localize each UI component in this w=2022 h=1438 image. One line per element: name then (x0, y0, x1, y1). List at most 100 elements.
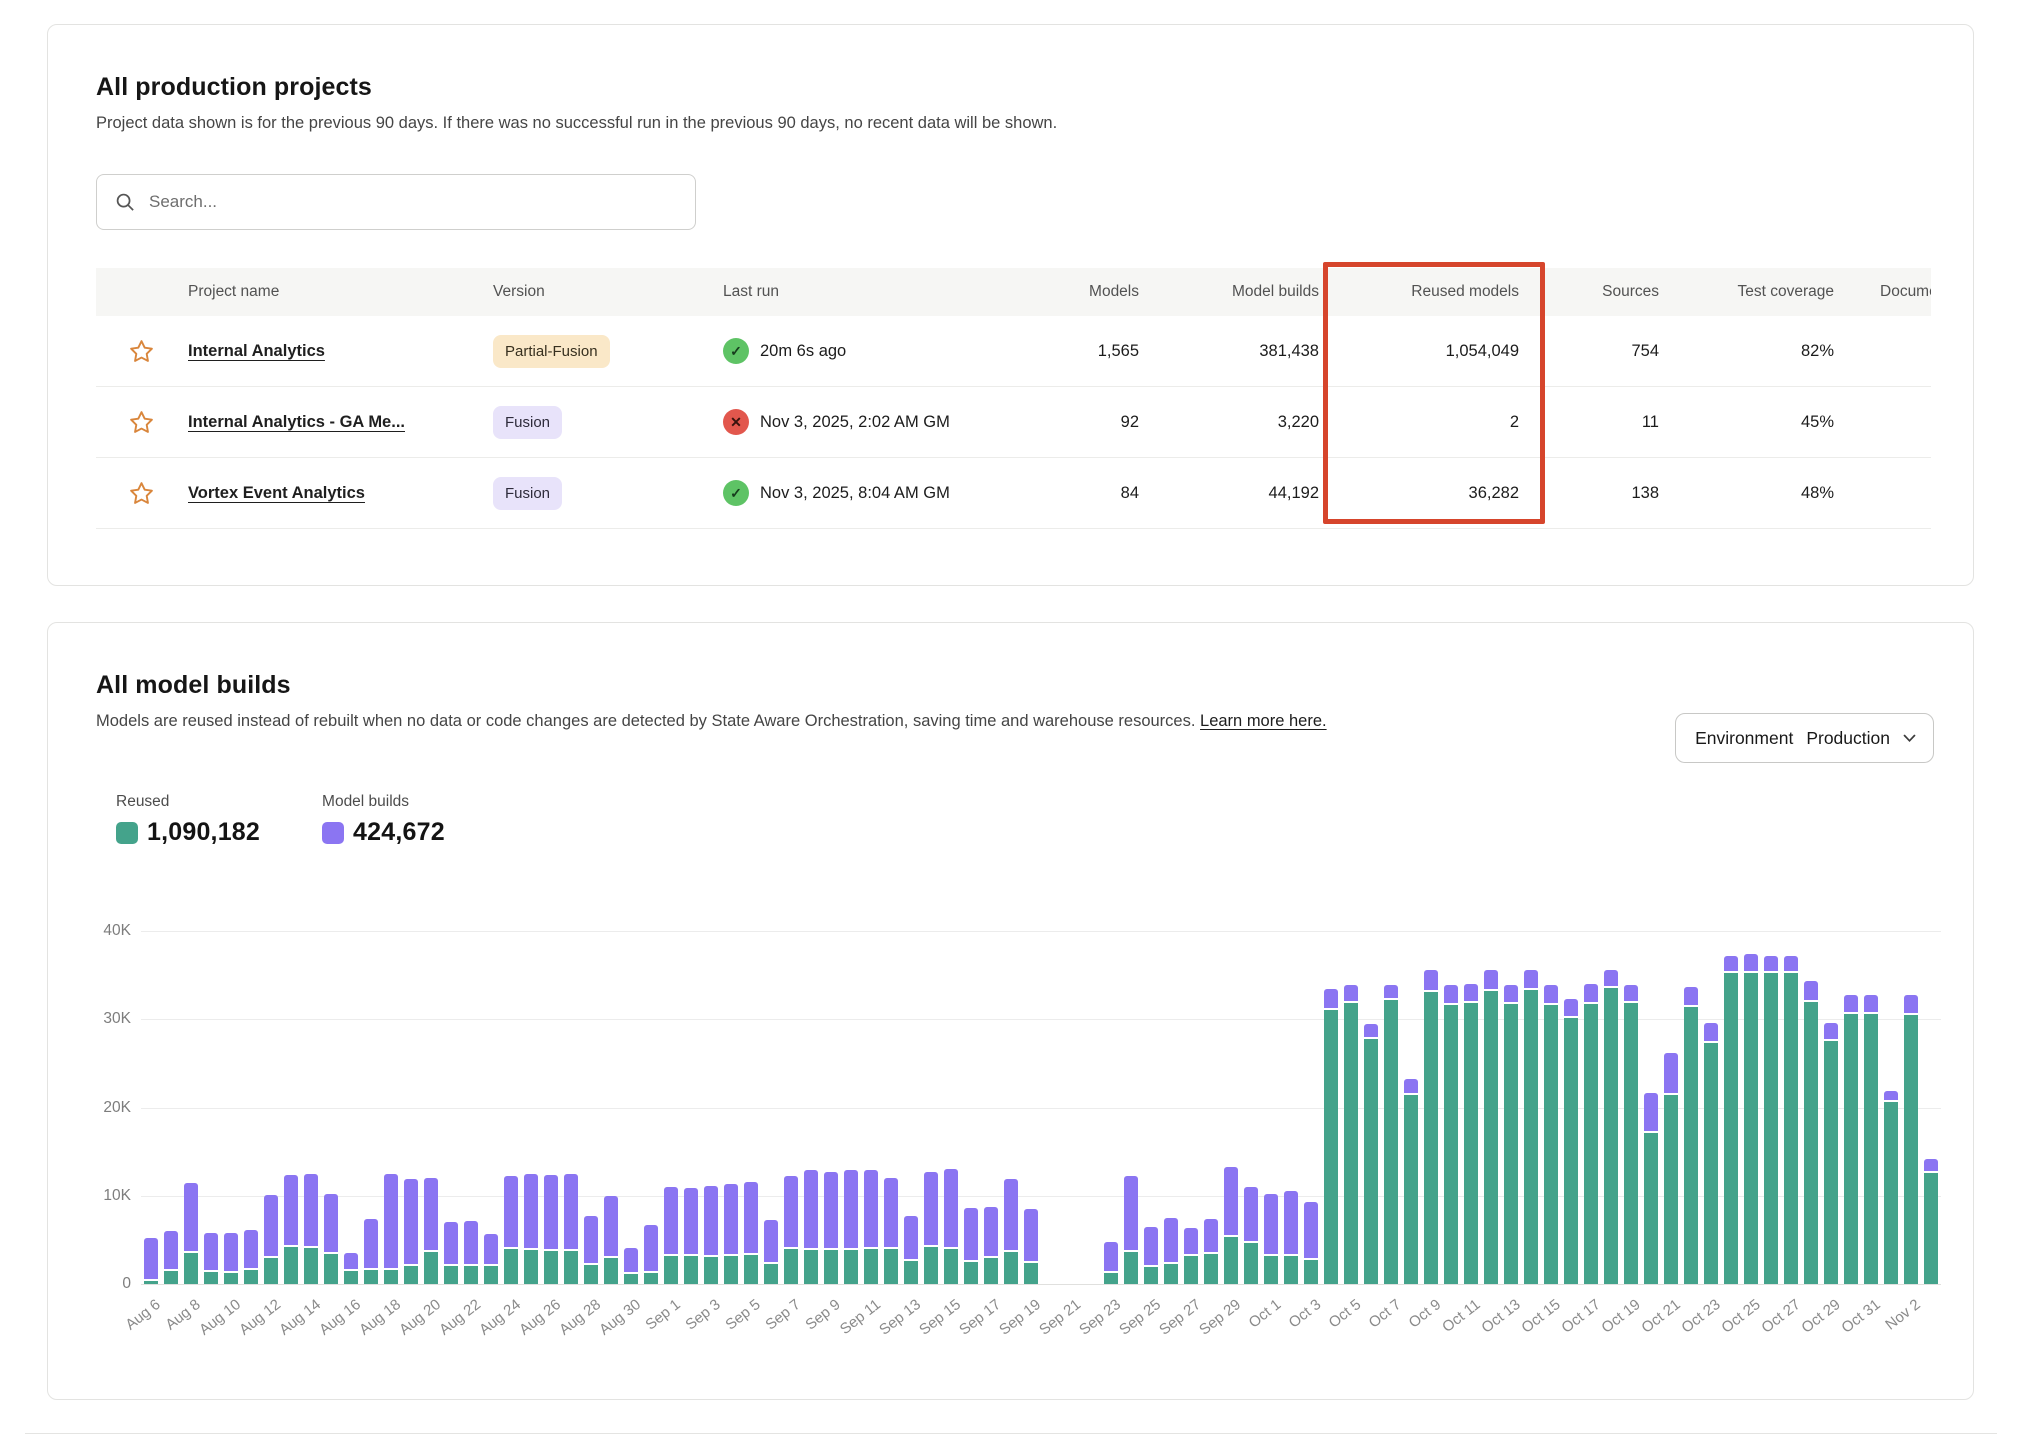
stacked-bar (1904, 995, 1918, 1284)
stacked-bar (184, 1183, 198, 1284)
reused-segment (744, 1255, 758, 1284)
project-link[interactable]: Vortex Event Analytics (188, 484, 365, 502)
reused-segment (1724, 973, 1738, 1284)
builds-segment (944, 1169, 958, 1247)
project-link[interactable]: Internal Analytics (188, 342, 325, 360)
builds-segment (304, 1174, 318, 1246)
stacked-bar (204, 1233, 218, 1284)
builds-segment (164, 1231, 178, 1269)
chart-day-slot (1161, 931, 1181, 1284)
column-header[interactable]: Version (491, 283, 721, 301)
builds-segment (1384, 985, 1398, 998)
reused-segment (1224, 1237, 1238, 1284)
reused-segment (464, 1266, 478, 1285)
chart-day-slot (801, 931, 821, 1284)
chart-day-slot: Oct 19 (1621, 931, 1641, 1284)
chart-day-slot: Aug 14 (301, 931, 321, 1284)
favorite-star-button[interactable] (96, 409, 186, 436)
last-run-text: 20m 6s ago (760, 342, 846, 361)
stacked-bar (244, 1230, 258, 1284)
stacked-bar (464, 1221, 478, 1284)
reused-segment (624, 1274, 638, 1284)
production-projects-card: All production projects Project data sho… (47, 24, 1974, 586)
chart-day-slot: Aug 6 (141, 931, 161, 1284)
builds-segment (504, 1176, 518, 1247)
reused-segment (1404, 1095, 1418, 1284)
builds-segment (744, 1182, 758, 1253)
builds-segment (244, 1230, 258, 1268)
legend-label: Reused (116, 793, 260, 811)
reused-segment (724, 1256, 738, 1284)
chart-day-slot (201, 931, 221, 1284)
column-header[interactable]: Project name (186, 283, 491, 301)
chart-day-slot (601, 931, 621, 1284)
builds-segment (1904, 995, 1918, 1013)
reused-segment (144, 1281, 158, 1285)
last-run-cell: ✕Nov 3, 2025, 2:02 AM GM (721, 409, 1001, 435)
reused-segment (164, 1271, 178, 1284)
chart-day-slot (1521, 931, 1541, 1284)
chart-day-slot (1441, 931, 1461, 1284)
column-header[interactable]: Model builds (1141, 283, 1321, 301)
environment-select[interactable]: Environment Production (1675, 713, 1934, 763)
version-cell: Fusion (491, 477, 721, 510)
project-link[interactable]: Internal Analytics - GA Me... (188, 413, 405, 431)
column-header[interactable]: Last run (721, 283, 1001, 301)
learn-more-link[interactable]: Learn more here. (1200, 712, 1327, 730)
reused-segment (964, 1262, 978, 1284)
reused-segment (1844, 1014, 1858, 1284)
chart-day-slot (1121, 931, 1141, 1284)
column-header[interactable]: Reused models (1321, 283, 1521, 301)
builds-segment (1364, 1024, 1378, 1036)
reused-segment (1764, 973, 1778, 1284)
reused-segment (1664, 1095, 1678, 1284)
column-header[interactable]: Test coverage (1661, 283, 1836, 301)
stacked-bar (224, 1233, 238, 1284)
builds-segment (844, 1170, 858, 1248)
chart-day-slot (1761, 931, 1781, 1284)
column-header[interactable]: Documentation (1836, 283, 1931, 301)
column-header[interactable]: Sources (1521, 283, 1661, 301)
x-axis-label: Sep 3 (683, 1296, 724, 1334)
search-input[interactable] (149, 192, 649, 212)
chart-day-slot: Aug 26 (541, 931, 561, 1284)
stacked-bar (524, 1174, 538, 1284)
chart-day-slot (361, 931, 381, 1284)
project-name-cell: Internal Analytics (186, 342, 491, 361)
stacked-bar (1224, 1167, 1238, 1284)
x-axis-label: Aug 16 (316, 1296, 364, 1339)
builds-segment (1144, 1227, 1158, 1265)
reused-segment (1324, 1010, 1338, 1284)
x-axis-label: Sep 13 (876, 1296, 924, 1339)
favorite-star-button[interactable] (96, 338, 186, 365)
reused-segment (1164, 1264, 1178, 1284)
x-axis-label: Sep 23 (1076, 1296, 1124, 1339)
stacked-bar (284, 1175, 298, 1284)
column-header[interactable]: Models (1001, 283, 1141, 301)
stacked-bar (1704, 1023, 1718, 1284)
reused-segment (764, 1264, 778, 1284)
reused-segment (524, 1250, 538, 1284)
project-search[interactable] (96, 174, 696, 230)
chart-day-slot (641, 931, 661, 1284)
x-axis-label: Sep 7 (763, 1296, 804, 1334)
reused-segment (1544, 1005, 1558, 1284)
builds-segment (1544, 985, 1558, 1004)
chart-day-slot (1001, 931, 1021, 1284)
builds-segment (684, 1188, 698, 1254)
reused-segment (1804, 1002, 1818, 1284)
builds-segment (644, 1225, 658, 1271)
builds-segment (964, 1208, 978, 1260)
builds-segment (484, 1234, 498, 1264)
chart-day-slot (1641, 931, 1661, 1284)
stacked-bar (604, 1196, 618, 1284)
legend-item: Model builds424,672 (322, 793, 445, 847)
model-builds-cell: 381,438 (1141, 342, 1321, 361)
favorite-star-button[interactable] (96, 480, 186, 507)
builds-segment (404, 1179, 418, 1264)
chart-day-slot (721, 931, 741, 1284)
stacked-bar (764, 1220, 778, 1284)
x-axis-label: Sep 9 (803, 1296, 844, 1334)
x-axis-label: Oct 21 (1639, 1296, 1684, 1337)
legend-label: Model builds (322, 793, 445, 811)
